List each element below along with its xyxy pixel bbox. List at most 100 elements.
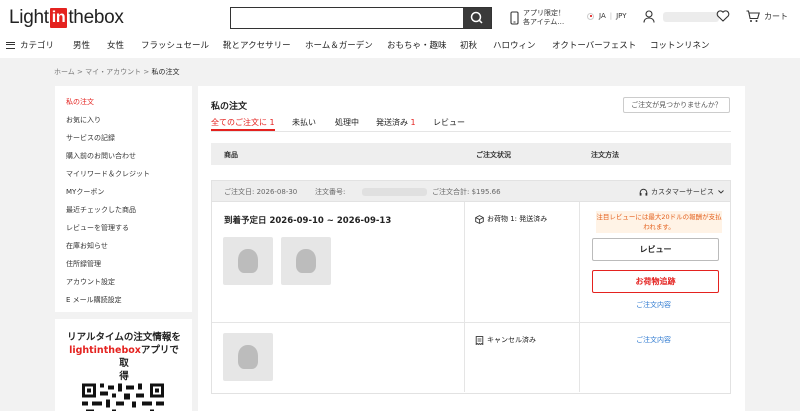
review-button[interactable]: レビュー bbox=[592, 238, 719, 261]
order-date: ご注文日: 2026-08-30 bbox=[224, 188, 298, 196]
category-label: カテゴリ bbox=[20, 41, 55, 51]
sidebar-item-account-settings[interactable]: アカウント設定 bbox=[66, 277, 115, 287]
language-currency-selector[interactable]: JA | JPY bbox=[587, 12, 627, 20]
nav-item[interactable]: オクトーバーフェスト bbox=[552, 39, 636, 51]
logo-text-thebox: thebox bbox=[68, 7, 124, 28]
nav-item[interactable]: コットンリネン bbox=[650, 39, 710, 51]
sidebar-item-address-book[interactable]: 住所録管理 bbox=[66, 259, 101, 269]
product-thumbnail[interactable] bbox=[281, 237, 331, 285]
breadcrumb: ホーム > マイ・アカウント > 私の注文 bbox=[54, 67, 179, 77]
page-title: 私の注文 bbox=[211, 102, 248, 112]
breadcrumb-separator: > bbox=[77, 68, 83, 76]
column-header-method: 注文方法 bbox=[591, 151, 619, 159]
nav-item[interactable]: ハロウィン bbox=[493, 39, 536, 51]
top-bar: Light in thebox アプリ限定！ 各アイテム… JA | JPY カート… bbox=[0, 0, 800, 58]
tab-label: 発送済み bbox=[376, 118, 408, 127]
customer-service-label: カスタマーサービス bbox=[651, 188, 714, 196]
account-menu[interactable] bbox=[643, 10, 719, 23]
tab-processing[interactable]: 処理中 bbox=[335, 117, 359, 128]
headset-icon bbox=[639, 188, 648, 196]
order-not-found-button[interactable]: ご注文が見つかりませんか？ bbox=[623, 97, 730, 113]
sidebar-item-service-records[interactable]: サービスの記録 bbox=[66, 133, 115, 143]
order-total: ご注文合計: $195.66 bbox=[432, 188, 501, 196]
sidebar-item-rewards-credit[interactable]: マイリワード＆クレジット bbox=[66, 169, 150, 179]
menu-icon bbox=[6, 41, 15, 49]
customer-service-dropdown[interactable]: カスタマーサービス bbox=[639, 187, 724, 197]
track-package-button[interactable]: お荷物追跡 bbox=[592, 270, 719, 293]
search-bar bbox=[230, 7, 492, 29]
column-header-status: ご注文状況 bbox=[476, 151, 511, 159]
column-header-product: 商品 bbox=[224, 151, 238, 159]
breadcrumb-home[interactable]: ホーム bbox=[54, 68, 75, 76]
user-icon bbox=[643, 10, 655, 23]
order-number-label: 注文番号: bbox=[315, 188, 346, 196]
tab-count: 1 bbox=[269, 118, 275, 127]
sidebar-item-recently-viewed[interactable]: 最近チェックした商品 bbox=[66, 205, 136, 215]
order-body: 到着予定日 2026-09-10 ~ 2026-09-13 お荷物 1: 発送済… bbox=[211, 202, 731, 394]
app-promo-line1: アプリ限定！ bbox=[523, 9, 565, 17]
order-number-redacted bbox=[362, 188, 427, 196]
search-button[interactable] bbox=[463, 8, 491, 28]
tab-count: 1 bbox=[410, 118, 416, 127]
logo-text-light: Light bbox=[9, 7, 49, 28]
sidebar-item-favorites[interactable]: お気に入り bbox=[66, 115, 101, 125]
tab-shipped[interactable]: 発送済み 1 bbox=[376, 117, 416, 128]
package-icon bbox=[475, 214, 484, 224]
account-sidebar: 私の注文 お気に入り サービスの記録 購入前のお問い合わせ マイリワード＆クレジ… bbox=[55, 86, 192, 312]
cart-label: カート bbox=[764, 12, 788, 21]
cart-icon bbox=[746, 10, 760, 22]
breadcrumb-current: 私の注文 bbox=[151, 68, 180, 76]
sidebar-item-my-orders[interactable]: 私の注文 bbox=[66, 97, 94, 107]
package-divider bbox=[212, 322, 730, 323]
tab-reviews[interactable]: レビュー bbox=[433, 117, 465, 128]
column-divider bbox=[464, 202, 465, 392]
sidebar-item-presale-inquiries[interactable]: 購入前のお問い合わせ bbox=[66, 151, 136, 161]
nav-item[interactable]: 男性 bbox=[73, 39, 90, 51]
order-details-link[interactable]: ご注文内容 bbox=[636, 335, 671, 345]
nav-item[interactable]: おもちゃ・趣味 bbox=[387, 39, 447, 51]
wishlist-button[interactable] bbox=[716, 10, 730, 24]
breadcrumb-account[interactable]: マイ・アカウント bbox=[85, 68, 141, 76]
cart-button[interactable]: カート bbox=[746, 10, 788, 23]
breadcrumb-separator: > bbox=[143, 68, 150, 76]
package-status-text: キャンセル済み bbox=[487, 336, 536, 344]
tab-label: レビュー bbox=[433, 118, 465, 127]
product-thumbnail[interactable] bbox=[223, 237, 273, 285]
tab-all-orders[interactable]: 全てのご注文に 1 bbox=[211, 117, 275, 131]
search-icon bbox=[470, 11, 483, 24]
logo-text-in: in bbox=[49, 8, 68, 28]
tab-label: 未払い bbox=[292, 118, 316, 127]
product-thumbnail[interactable] bbox=[223, 333, 273, 381]
tab-label: 処理中 bbox=[335, 118, 359, 127]
language-code: JA bbox=[599, 12, 606, 20]
sidebar-item-manage-reviews[interactable]: レビューを管理する bbox=[66, 223, 129, 233]
sidebar-item-stock-alerts[interactable]: 在庫お知らせ bbox=[66, 241, 108, 251]
app-promo-text: リアルタイムの注文情報を lightintheboxアプリで取 得 bbox=[65, 331, 183, 383]
category-menu-button[interactable]: カテゴリ bbox=[6, 39, 54, 51]
tab-unpaid[interactable]: 未払い bbox=[292, 117, 316, 128]
site-logo[interactable]: Light in thebox bbox=[9, 6, 124, 30]
phone-icon bbox=[510, 11, 519, 25]
nav-item[interactable]: 初秋 bbox=[460, 39, 477, 51]
sidebar-item-coupons[interactable]: MYクーポン bbox=[66, 187, 104, 197]
heart-icon bbox=[716, 10, 730, 22]
tab-label: 全てのご注文に bbox=[211, 118, 267, 127]
app-promo-panel: リアルタイムの注文情報を lightintheboxアプリで取 得 bbox=[55, 319, 192, 411]
promo-brand: lightinthebox bbox=[69, 345, 141, 356]
account-name-redacted bbox=[663, 11, 719, 22]
nav-item[interactable]: 女性 bbox=[107, 39, 124, 51]
search-input[interactable] bbox=[231, 8, 463, 28]
currency-code: JPY bbox=[616, 12, 627, 20]
package-status-text: お荷物 1: 発送済み bbox=[487, 215, 548, 223]
order-header: ご注文日: 2026-08-30 注文番号: ご注文合計: $195.66 カス… bbox=[211, 180, 731, 202]
orders-panel: 私の注文 ご注文が見つかりませんか？ 全てのご注文に 1 未払い 処理中 発送済… bbox=[198, 86, 745, 411]
app-promo-link[interactable]: アプリ限定！ 各アイテム… bbox=[510, 9, 565, 27]
promo-line: リアルタイムの注文情報を bbox=[67, 332, 181, 343]
review-reward-note: 注目レビューには最大20ドルの報酬が支払われます。 bbox=[596, 211, 722, 233]
sidebar-item-email-subscriptions[interactable]: E メール購読設定 bbox=[66, 295, 122, 305]
order-details-link[interactable]: ご注文内容 bbox=[636, 300, 671, 310]
nav-item[interactable]: 靴とアクセサリー bbox=[223, 39, 291, 51]
nav-item[interactable]: フラッシュセール bbox=[141, 39, 209, 51]
nav-item[interactable]: ホーム＆ガーデン bbox=[305, 39, 373, 51]
package-status: お荷物 1: 発送済み bbox=[475, 214, 547, 224]
